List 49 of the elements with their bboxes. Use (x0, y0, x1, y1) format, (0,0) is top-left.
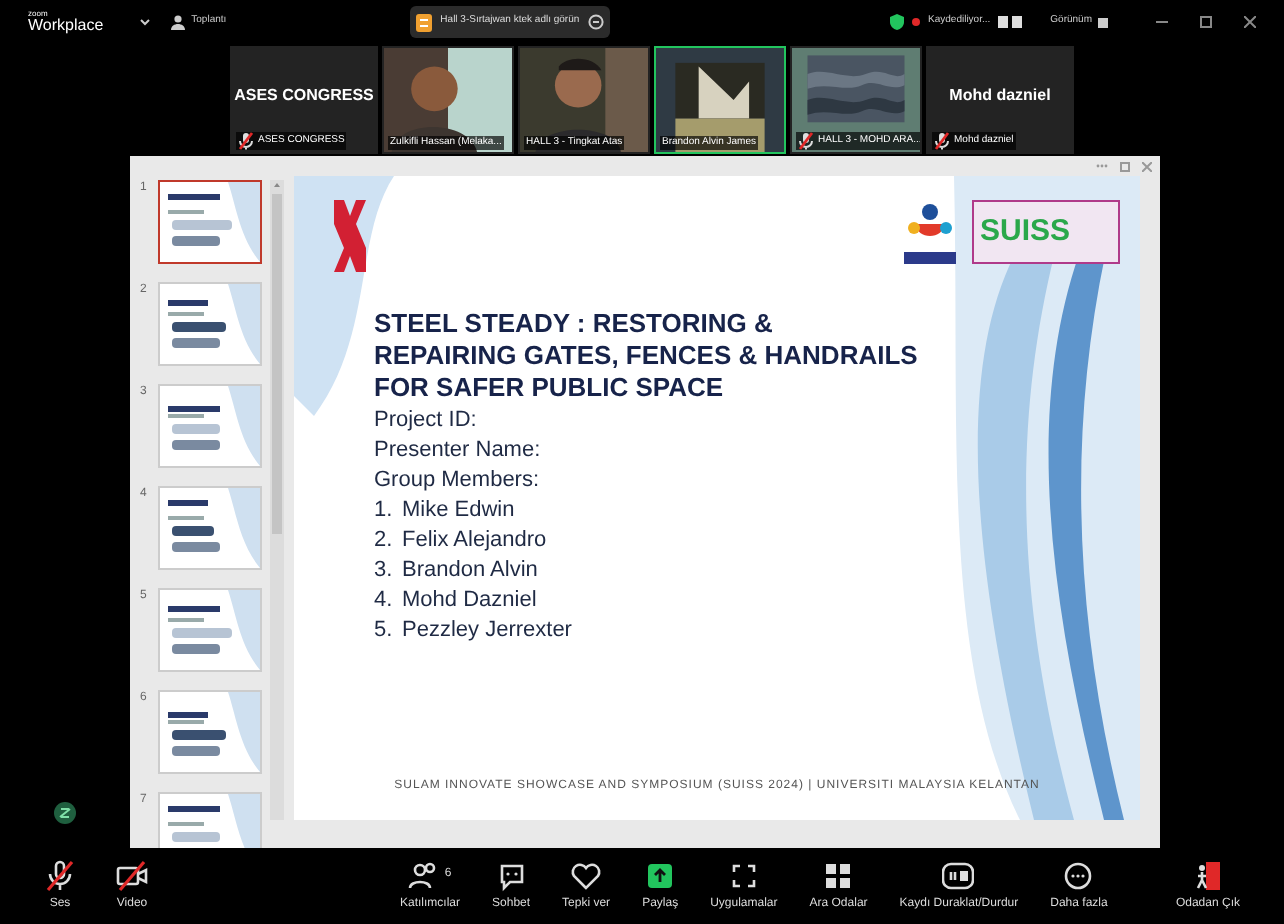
chevron-down-icon (139, 18, 150, 26)
slide-title: STEEL STEADY : RESTORING & REPAIRING GATES, FENCES & HANDRAILS FOR SAFER PUBLIC SPACE (374, 308, 920, 404)
options-icon (587, 14, 604, 30)
grid-icon (822, 859, 855, 891)
member-name: Mohd Dazniel (402, 586, 537, 614)
exit-door-icon (1191, 859, 1224, 891)
grid-icon (1098, 17, 1108, 27)
member-name: Brandon Alvin (402, 556, 538, 584)
suiss-logo: SUISS (972, 200, 1120, 264)
more-icon (1062, 859, 1095, 891)
screen-share-icon (416, 13, 433, 31)
brand-name: Workplace (28, 18, 104, 34)
list-number: 2. (374, 526, 395, 554)
apps-icon (727, 859, 760, 891)
chat-icon (495, 859, 528, 891)
muted-mic-icon (934, 132, 950, 150)
meeting-icon (169, 14, 186, 30)
minimize-icon[interactable] (1156, 16, 1168, 28)
participant-name: Mohd dazniel (949, 84, 1051, 108)
status-badge-icon (54, 802, 76, 824)
member-name: Felix Alejandro (402, 526, 547, 554)
participant-name: ASES CONGRESS (234, 84, 374, 108)
member-name: Pezzley Jerrexter (402, 616, 572, 644)
member-name: Mike Edwin (402, 496, 515, 524)
close-icon[interactable] (1244, 16, 1256, 28)
people-icon (408, 859, 441, 891)
muted-mic-icon (44, 859, 76, 891)
pause-stop-icon (942, 859, 975, 891)
list-number: 4. (374, 586, 395, 614)
muted-mic-icon (238, 132, 254, 150)
camera-off-icon (116, 859, 148, 891)
shield-icon (890, 14, 905, 30)
slide-text: Presenter Name: (374, 436, 543, 464)
slide-text: Group Members: (374, 466, 542, 494)
muted-mic-icon (798, 132, 814, 150)
scrollbar[interactable] (270, 180, 284, 820)
list-number: 5. (374, 616, 395, 644)
slide-text: Project ID: (374, 406, 479, 434)
scroll-up-icon[interactable] (272, 180, 282, 190)
recording-dot-icon (912, 18, 921, 26)
university-logo (330, 200, 370, 272)
maximize-icon[interactable] (1200, 16, 1212, 28)
heart-icon (570, 859, 603, 891)
pause-stop-icon[interactable] (998, 16, 1023, 28)
list-number: 1. (374, 496, 395, 524)
list-number: 3. (374, 556, 395, 584)
share-screen-icon (644, 859, 677, 891)
sulam-logo (900, 200, 960, 268)
slide-thumbnail[interactable] (158, 180, 262, 264)
